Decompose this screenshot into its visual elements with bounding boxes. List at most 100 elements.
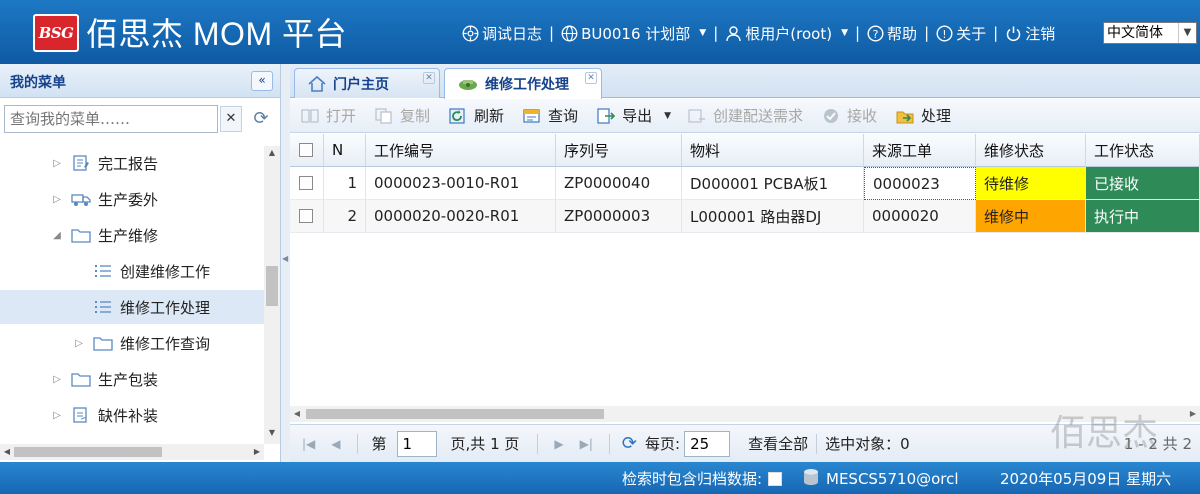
menu-item[interactable]: ▷ 生产委外 [0, 182, 264, 216]
cell-source-order[interactable]: 0000023 [864, 167, 976, 200]
menu-item-label: 生产包装 [98, 370, 159, 389]
expanded-arrow-icon[interactable]: ◢ [50, 230, 64, 241]
menu-search-input[interactable] [4, 105, 218, 133]
language-select[interactable]: 中文简体 ▼ [1103, 22, 1197, 44]
caret-down-icon[interactable]: ▼ [699, 28, 706, 38]
caret-down-icon[interactable]: ▼ [841, 28, 848, 38]
archive-checkbox[interactable] [768, 471, 783, 486]
collapse-arrow-icon[interactable]: ◀ [282, 254, 288, 263]
cell-text: 维修中 [984, 207, 1030, 226]
scroll-thumb[interactable] [306, 409, 604, 419]
next-page-icon[interactable]: ▶ [554, 437, 563, 451]
select-all-checkbox[interactable] [299, 143, 313, 157]
menu-item[interactable]: 维修工作处理 [0, 290, 264, 324]
view-all-link[interactable]: 查看全部 [748, 433, 808, 454]
close-icon[interactable]: ✕ [585, 72, 597, 84]
cell-material[interactable]: D000001 PCBA板1 [682, 167, 864, 200]
header-menu-user[interactable]: 根用户(root) ▼ [725, 23, 848, 44]
select-all-cell[interactable] [290, 134, 324, 167]
cell-n[interactable]: 2 [324, 200, 366, 233]
first-page-icon[interactable]: |◀ [302, 437, 315, 451]
header-separator: | [854, 24, 861, 42]
sidebar-vertical-scrollbar[interactable]: ▲ ▼ [264, 146, 280, 444]
grid-horizontal-scrollbar[interactable]: ◀ ▶ [290, 406, 1200, 422]
per-page-input[interactable] [684, 430, 731, 457]
scroll-right-icon[interactable]: ▶ [250, 444, 264, 460]
export-button[interactable]: 导出 [596, 105, 652, 126]
menu-item[interactable]: ▷工料管理 [0, 434, 264, 445]
collapsed-arrow-icon[interactable]: ▷ [50, 158, 64, 169]
column-header[interactable]: N [324, 134, 366, 167]
sidebar-splitter[interactable]: ◀ [281, 64, 290, 462]
delivery-button[interactable]: 创建配送需求 [687, 105, 803, 126]
scroll-left-icon[interactable]: ◀ [290, 406, 304, 422]
reload-icon[interactable]: ⟳ [622, 433, 637, 454]
cell-serial[interactable]: ZP0000003 [556, 200, 682, 233]
menu-item-label: 完工报告 [98, 154, 159, 173]
header-menu-gear[interactable]: 调试日志 [462, 23, 542, 44]
query-button[interactable]: 查询 [522, 105, 578, 126]
collapse-sidebar-button[interactable]: « [251, 71, 273, 91]
cell-repair-status[interactable]: 待维修 [976, 167, 1086, 200]
close-icon[interactable]: ✕ [423, 72, 435, 84]
app-title: 佰思杰 MOM 平台 [86, 16, 347, 52]
scroll-up-icon[interactable]: ▲ [264, 148, 280, 162]
scroll-right-icon[interactable]: ▶ [1186, 406, 1200, 422]
menu-item[interactable]: ▷ 缺件补装 [0, 398, 264, 432]
process-button[interactable]: 处理 [895, 105, 951, 126]
menu-item[interactable]: ▷ 完工报告 [0, 146, 264, 180]
collapsed-arrow-icon[interactable]: ▷ [50, 410, 64, 421]
header-menu-power[interactable]: 注销 [1005, 23, 1055, 44]
copy-button[interactable]: 复制 [374, 105, 430, 126]
column-header[interactable]: 工作状态 [1086, 134, 1200, 167]
column-header[interactable]: 序列号 [556, 134, 682, 167]
cell-job-no[interactable]: 0000020-0020-R01 [366, 200, 556, 233]
column-header[interactable]: 来源工单 [864, 134, 976, 167]
refresh-menu-icon[interactable]: ⟳ [250, 106, 272, 132]
scroll-thumb[interactable] [14, 447, 162, 457]
chevron-down-icon[interactable]: ▼ [1178, 23, 1196, 43]
check-button[interactable]: 接收 [821, 105, 877, 126]
menu-item[interactable]: ▷ 生产包装 [0, 362, 264, 396]
column-header[interactable]: 维修状态 [976, 134, 1086, 167]
column-header[interactable]: 工作编号 [366, 134, 556, 167]
caret-down-icon[interactable]: ▼ [664, 111, 671, 121]
cell-n[interactable]: 1 [324, 167, 366, 200]
menu-item[interactable]: ◢ 生产维修 [0, 218, 264, 252]
collapsed-arrow-icon[interactable]: ▷ [50, 374, 64, 385]
row-select-cell[interactable] [290, 167, 324, 200]
scroll-down-icon[interactable]: ▼ [264, 428, 280, 442]
header-menu-globe[interactable]: BU0016 计划部 ▼ [561, 23, 706, 44]
scroll-left-icon[interactable]: ◀ [0, 444, 14, 460]
open-button[interactable]: 打开 [300, 105, 356, 126]
cell-job-no[interactable]: 0000023-0010-R01 [366, 167, 556, 200]
prev-page-icon[interactable]: ◀ [331, 437, 340, 451]
page-number-input[interactable] [396, 430, 437, 457]
clear-search-icon[interactable]: ✕ [220, 106, 242, 132]
cell-serial[interactable]: ZP0000040 [556, 167, 682, 200]
main-panel: 门户主页 ✕ 维修工作处理 ✕ 打开 复制 刷新 查询 导出 ▼ 创建配送需求 接收 处理 N 工作编号… [290, 64, 1200, 462]
cell-work-status[interactable]: 执行中 [1086, 200, 1200, 233]
tab-repair[interactable]: 维修工作处理 ✕ [444, 68, 602, 99]
header-menu-help[interactable]: ? 帮助 [867, 23, 917, 44]
header-menu-info[interactable]: ! 关于 [936, 23, 986, 44]
cell-source-order[interactable]: 0000020 [864, 200, 976, 233]
menu-item[interactable]: 创建维修工作 [0, 254, 264, 288]
table-row[interactable]: 1 0000023-0010-R01 ZP0000040 D000001 PCBA板1… [290, 167, 1200, 200]
row-checkbox[interactable] [299, 176, 313, 190]
last-page-icon[interactable]: ▶| [580, 437, 593, 451]
cell-material[interactable]: L000001 路由器DJ [682, 200, 864, 233]
row-checkbox[interactable] [299, 209, 313, 223]
scroll-thumb[interactable] [266, 266, 278, 306]
refresh-button[interactable]: 刷新 [448, 105, 504, 126]
sidebar-horizontal-scrollbar[interactable]: ◀ ▶ [0, 444, 264, 460]
collapsed-arrow-icon[interactable]: ▷ [72, 338, 86, 349]
cell-repair-status[interactable]: 维修中 [976, 200, 1086, 233]
table-row[interactable]: 2 0000020-0020-R01 ZP0000003 L000001 路由器DJ 0… [290, 200, 1200, 233]
row-select-cell[interactable] [290, 200, 324, 233]
menu-item[interactable]: ▷ 维修工作查询 [0, 326, 264, 360]
column-header[interactable]: 物料 [682, 134, 864, 167]
collapsed-arrow-icon[interactable]: ▷ [50, 194, 64, 205]
tab-home[interactable]: 门户主页 ✕ [294, 68, 440, 98]
cell-work-status[interactable]: 已接收 [1086, 167, 1200, 200]
